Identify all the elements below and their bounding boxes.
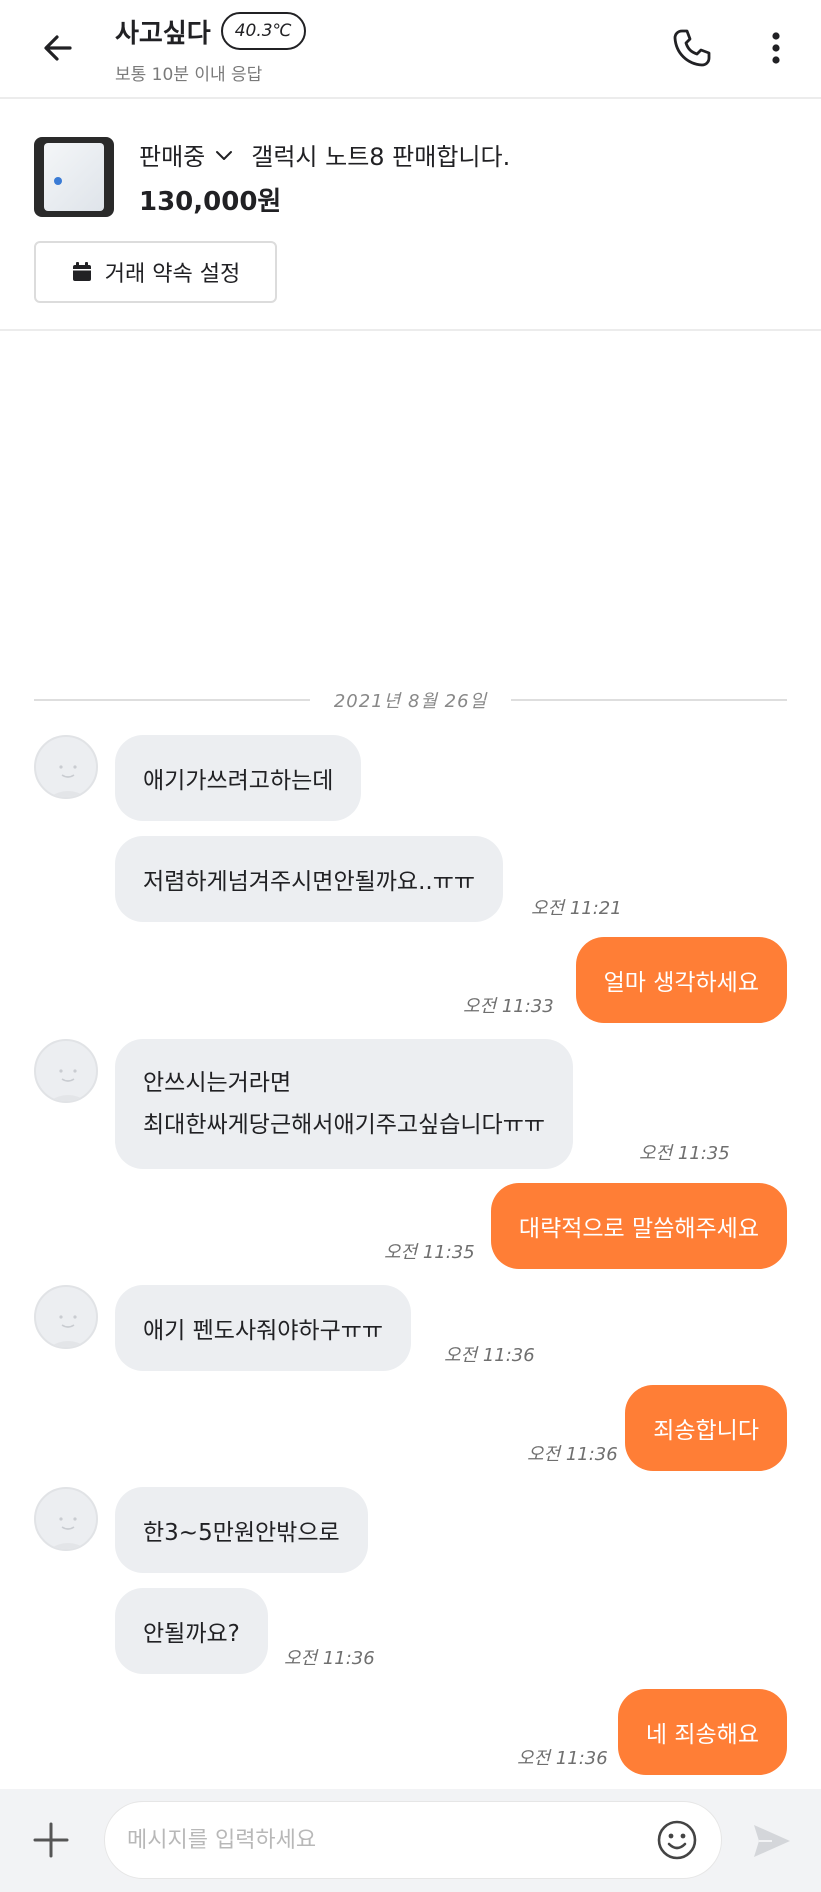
calendar-icon xyxy=(72,262,91,281)
message-time: 오전 11:35 xyxy=(384,1242,475,1263)
back-button[interactable] xyxy=(32,22,84,74)
message-input[interactable] xyxy=(127,1802,647,1878)
chevron-down-icon[interactable] xyxy=(213,144,235,166)
product-title[interactable]: 갤럭시 노트8 판매합니다. xyxy=(251,137,510,172)
message-bubble: 얼마 생각하세요 xyxy=(575,937,787,1023)
default-avatar-icon xyxy=(49,1069,87,1101)
product-summary: 판매중 갤럭시 노트8 판매합니다. 130,000원 거래 약속 설정 xyxy=(0,101,821,331)
set-appointment-button[interactable]: 거래 약속 설정 xyxy=(34,241,277,303)
message-bubble: 네 죄송해요 xyxy=(617,1689,787,1775)
message-bubble: 애기가쓰려고하는데 xyxy=(115,735,362,821)
message-time: 오전 11:36 xyxy=(517,1748,608,1769)
date-label: 2021년 8월 26일 xyxy=(333,691,488,712)
back-arrow-icon xyxy=(44,35,72,61)
more-options-button[interactable] xyxy=(756,20,796,76)
sale-status[interactable]: 판매중 xyxy=(139,137,205,172)
phone-icon xyxy=(673,29,711,67)
message-line: 최대한싸게당근해서애기주고싶습니다ㅠㅠ xyxy=(143,1112,546,1138)
message-time: 오전 11:35 xyxy=(639,1143,730,1164)
emoji-button[interactable] xyxy=(653,1816,701,1864)
default-avatar-icon xyxy=(49,1315,87,1347)
divider xyxy=(34,699,310,701)
product-thumbnail[interactable] xyxy=(34,137,114,217)
avatar[interactable] xyxy=(34,1285,98,1349)
message-bubble: 안될까요? xyxy=(115,1588,268,1674)
send-icon xyxy=(754,1825,790,1857)
product-line: 판매중 갤럭시 노트8 판매합니다. xyxy=(139,137,510,172)
default-avatar-icon xyxy=(49,1517,87,1549)
date-separator: 2021년 8월 26일 xyxy=(34,685,788,715)
manner-temperature-badge: 40.3℃ xyxy=(220,12,306,50)
user-info[interactable]: 사고싶다 40.3℃ 보통 10분 이내 응답 xyxy=(115,12,306,85)
message-time: 오전 11:36 xyxy=(527,1444,618,1465)
chat-header: 사고싶다 40.3℃ 보통 10분 이내 응답 xyxy=(0,0,821,99)
message-time: 오전 11:21 xyxy=(531,898,622,919)
message-time: 오전 11:36 xyxy=(284,1648,375,1669)
message-bubble: 애기 펜도사줘야하구ㅠㅠ xyxy=(115,1285,412,1371)
phone-screen-image xyxy=(44,143,104,211)
message-bubble: 한3~5만원안밖으로 xyxy=(115,1487,368,1573)
message-line: 안쓰시는거라면 xyxy=(143,1070,292,1096)
chat-messages[interactable]: 2021년 8월 26일 애기가쓰려고하는데 저렴하게넘겨주시면안될까요..ㅠㅠ… xyxy=(0,331,821,1789)
avatar[interactable] xyxy=(34,1039,98,1103)
emoji-icon xyxy=(657,1820,697,1860)
attach-button[interactable] xyxy=(26,1815,76,1865)
message-bubble: 죄송합니다 xyxy=(625,1385,787,1471)
divider xyxy=(511,699,788,701)
message-input-bar xyxy=(0,1789,821,1892)
call-button[interactable] xyxy=(664,20,720,76)
set-appointment-label: 거래 약속 설정 xyxy=(104,262,241,287)
default-avatar-icon xyxy=(49,765,87,797)
send-button[interactable] xyxy=(744,1813,800,1869)
product-price: 130,000원 xyxy=(139,187,282,217)
more-vertical-icon xyxy=(772,32,780,64)
message-time: 오전 11:36 xyxy=(444,1345,535,1366)
avatar[interactable] xyxy=(34,735,98,799)
user-name: 사고싶다 xyxy=(115,18,211,49)
avatar[interactable] xyxy=(34,1487,98,1551)
plus-icon xyxy=(33,1822,69,1858)
screen-dot xyxy=(54,177,62,185)
message-bubble: 저렴하게넘겨주시면안될까요..ㅠㅠ xyxy=(115,836,504,922)
message-input-wrapper xyxy=(104,1801,722,1879)
response-time: 보통 10분 이내 응답 xyxy=(115,65,263,85)
message-bubble: 대략적으로 말씀해주세요 xyxy=(490,1183,787,1269)
message-bubble: 안쓰시는거라면 최대한싸게당근해서애기주고싶습니다ㅠㅠ xyxy=(115,1039,574,1169)
message-time: 오전 11:33 xyxy=(463,996,554,1017)
